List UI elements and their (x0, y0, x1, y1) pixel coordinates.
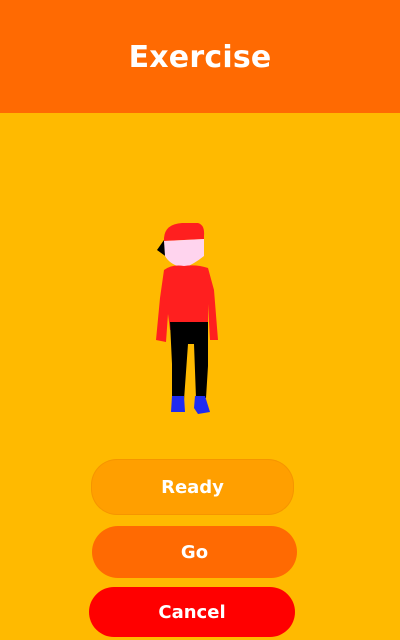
cancel-button[interactable]: Cancel (89, 587, 295, 637)
page-title: Exercise (128, 40, 272, 75)
ready-button[interactable]: Ready (91, 459, 294, 515)
header-bar: Exercise (0, 0, 400, 113)
person-icon (156, 223, 218, 414)
person-illustration (150, 218, 230, 418)
go-button[interactable]: Go (92, 526, 297, 578)
exercise-screen: Exercise Ready Go Cancel (0, 0, 400, 640)
